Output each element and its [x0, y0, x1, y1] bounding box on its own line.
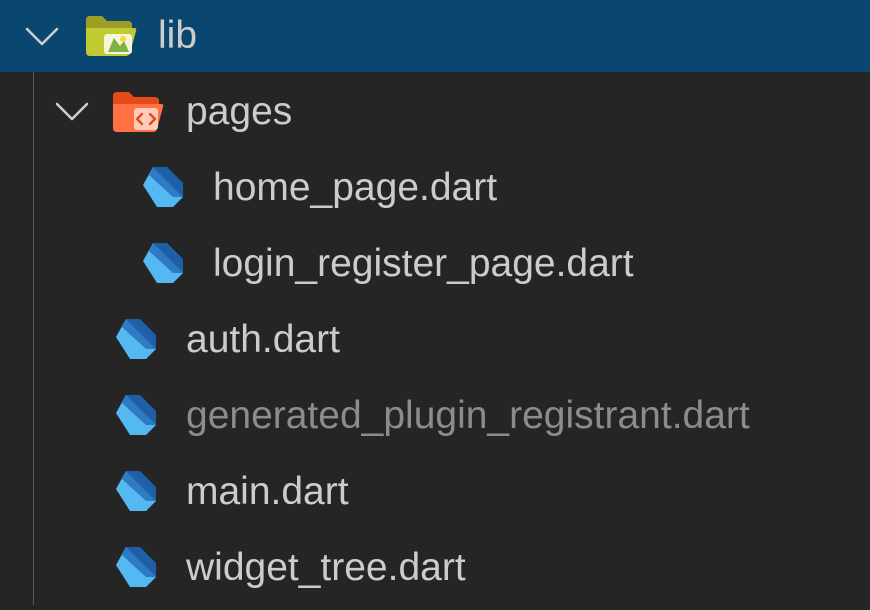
tree-item-label: main.dart — [186, 470, 349, 513]
tree-item-label: login_register_page.dart — [213, 242, 634, 285]
tree-item-login-register-page-dart[interactable]: login_register_page.dart — [0, 226, 870, 302]
dart-file-icon — [143, 243, 183, 283]
tree-item-label: widget_tree.dart — [186, 546, 466, 589]
tree-item-label: home_page.dart — [213, 166, 498, 209]
tree-item-auth-dart[interactable]: auth.dart — [0, 302, 870, 378]
dart-file-icon — [116, 395, 156, 435]
dart-file-icon — [143, 167, 183, 207]
tree-item-home-page-dart[interactable]: home_page.dart — [0, 150, 870, 226]
dart-file-icon — [116, 471, 156, 511]
tree-item-lib-folder[interactable]: lib — [0, 0, 870, 72]
folder-open-lib-icon — [86, 16, 137, 56]
chevron-down-icon[interactable] — [55, 102, 89, 122]
dart-file-icon — [116, 319, 156, 359]
tree-item-widget-tree-dart[interactable]: widget_tree.dart — [0, 530, 870, 606]
folder-open-pages-icon — [113, 92, 164, 132]
tree-item-label: lib — [158, 14, 198, 57]
tree-item-label: generated_plugin_registrant.dart — [186, 394, 750, 437]
tree-item-main-dart[interactable]: main.dart — [0, 454, 870, 530]
tree-item-label: pages — [186, 90, 293, 133]
dart-file-icon — [116, 547, 156, 587]
tree-item-generated-plugin-registrant-dart[interactable]: generated_plugin_registrant.dart — [0, 378, 870, 454]
chevron-down-icon[interactable] — [25, 27, 59, 47]
tree-item-pages-folder[interactable]: pages — [0, 74, 870, 150]
file-explorer-tree: lib pages home_page.dart login_register_… — [0, 0, 870, 610]
tree-item-label: auth.dart — [186, 318, 340, 361]
